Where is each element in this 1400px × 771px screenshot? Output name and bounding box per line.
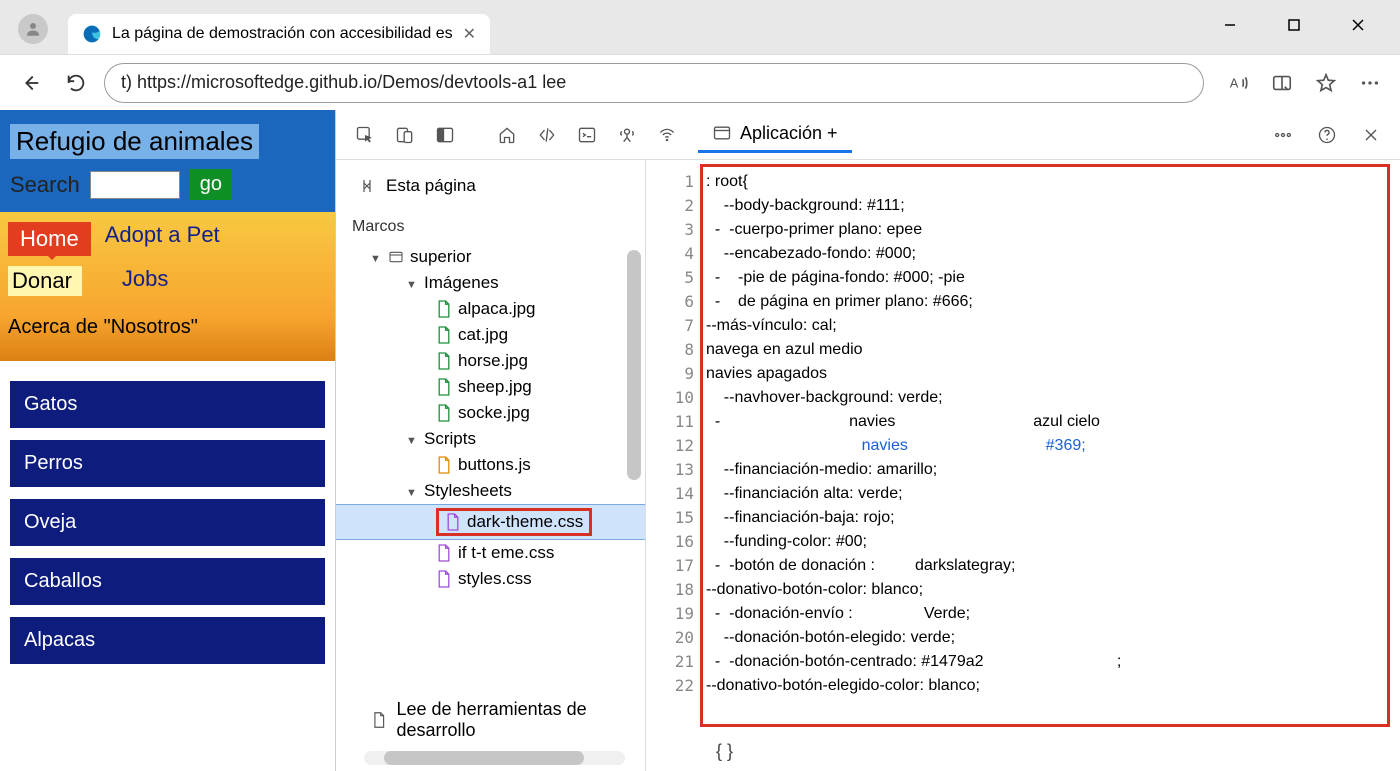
network-icon[interactable] [648, 117, 686, 153]
file-sheep[interactable]: sheep.jpg [350, 374, 645, 400]
address-text: t) https://microsoftedge.github.io/Demos… [121, 72, 566, 93]
page-content: Refugio de animales Search go Home Adopt… [0, 110, 335, 771]
category-list: Gatos Perros Oveja Caballos Alpacas [0, 361, 335, 684]
page-header[interactable]: Esta página [350, 172, 645, 200]
file-buttons[interactable]: buttons.js [350, 452, 645, 478]
search-input[interactable] [90, 171, 180, 199]
site-nav: Home Adopt a Pet Donar Jobs Acerca de "N… [0, 212, 335, 361]
nav-adopt[interactable]: Adopt a Pet [105, 222, 220, 256]
cat-perros[interactable]: Perros [10, 440, 325, 487]
close-window-button[interactable] [1338, 10, 1378, 40]
tree-horizontal-scrollbar[interactable] [364, 751, 625, 765]
dock-icon[interactable] [426, 117, 464, 153]
nav-about[interactable]: Acerca de "Nosotros" [8, 316, 327, 339]
minimize-button[interactable] [1210, 10, 1250, 40]
tab-title: La página de demostración con accesibili… [112, 25, 453, 43]
tree-stylesheets[interactable]: Stylesheets [350, 478, 645, 504]
nav-jobs[interactable]: Jobs [122, 266, 168, 296]
file-if-theme[interactable]: if t-t eme.css [350, 540, 645, 566]
cat-caballos[interactable]: Caballos [10, 558, 325, 605]
devtools-close-icon[interactable] [1352, 117, 1390, 153]
favorite-icon[interactable] [1308, 65, 1344, 101]
elements-icon[interactable] [528, 117, 566, 153]
file-cat[interactable]: cat.jpg [350, 322, 645, 348]
file-socke[interactable]: socke.jpg [350, 400, 645, 426]
frames-tree: Esta página Marcos superior Imágenes alp… [336, 160, 646, 771]
devtools-panel: Aplicación + Esta página Marcos superior [335, 110, 1400, 771]
file-dark-theme[interactable]: dark-theme.css [336, 504, 645, 540]
sources-icon[interactable] [608, 117, 646, 153]
window-controls [1210, 10, 1400, 54]
tree-vertical-scrollbar[interactable] [627, 250, 641, 480]
cat-gatos[interactable]: Gatos [10, 381, 325, 428]
nav-donar[interactable]: Donar [12, 268, 72, 293]
tree-bottom-label: Lee de herramientas de desarrollo [372, 699, 645, 741]
file-styles[interactable]: styles.css [350, 566, 645, 592]
device-icon[interactable] [386, 117, 424, 153]
file-horse[interactable]: horse.jpg [350, 348, 645, 374]
reading-view-icon[interactable] [1264, 65, 1300, 101]
help-icon[interactable] [1308, 117, 1346, 153]
refresh-button[interactable] [58, 65, 94, 101]
tree-images[interactable]: Imágenes [350, 270, 645, 296]
code-content[interactable]: : root{ --body-background: #111; - -cuer… [706, 160, 1400, 771]
profile-avatar[interactable] [18, 14, 48, 44]
back-button[interactable] [12, 65, 48, 101]
maximize-button[interactable] [1274, 10, 1314, 40]
devtools-toolbar: Aplicación + [336, 110, 1400, 160]
svg-text:A: A [1230, 75, 1239, 90]
frames-label: Marcos [352, 218, 645, 236]
console-icon[interactable] [568, 117, 606, 153]
file-alpaca[interactable]: alpaca.jpg [350, 296, 645, 322]
cat-oveja[interactable]: Oveja [10, 499, 325, 546]
browser-tab[interactable]: La página de demostración con accesibili… [68, 14, 490, 54]
source-view: 12345678910111213141516171819202122 : ro… [646, 160, 1400, 771]
application-tab[interactable]: Aplicación + [698, 117, 852, 153]
edge-icon [82, 24, 102, 44]
search-label: Search [10, 172, 80, 198]
site-header: Refugio de animales Search go [0, 110, 335, 212]
inspect-icon[interactable] [346, 117, 384, 153]
more-icon[interactable] [1352, 65, 1388, 101]
nav-home[interactable]: Home [8, 222, 91, 256]
tree-top[interactable]: superior [350, 244, 645, 270]
read-aloud-icon[interactable]: A [1220, 65, 1256, 101]
brace-indicator[interactable]: { } [716, 739, 733, 763]
tree-scripts[interactable]: Scripts [350, 426, 645, 452]
line-gutter: 12345678910111213141516171819202122 [646, 160, 706, 771]
address-bar-row: t) https://microsoftedge.github.io/Demos… [0, 55, 1400, 110]
home-icon[interactable] [488, 117, 526, 153]
window-titlebar: La página de demostración con accesibili… [0, 0, 1400, 55]
application-tab-label: Aplicación + [740, 123, 838, 144]
tab-close-icon[interactable]: ✕ [463, 24, 476, 44]
address-bar[interactable]: t) https://microsoftedge.github.io/Demos… [104, 63, 1204, 103]
go-button[interactable]: go [190, 169, 232, 200]
cat-alpacas[interactable]: Alpacas [10, 617, 325, 664]
site-title: Refugio de animales [10, 124, 259, 159]
devtools-more-icon[interactable] [1264, 117, 1302, 153]
